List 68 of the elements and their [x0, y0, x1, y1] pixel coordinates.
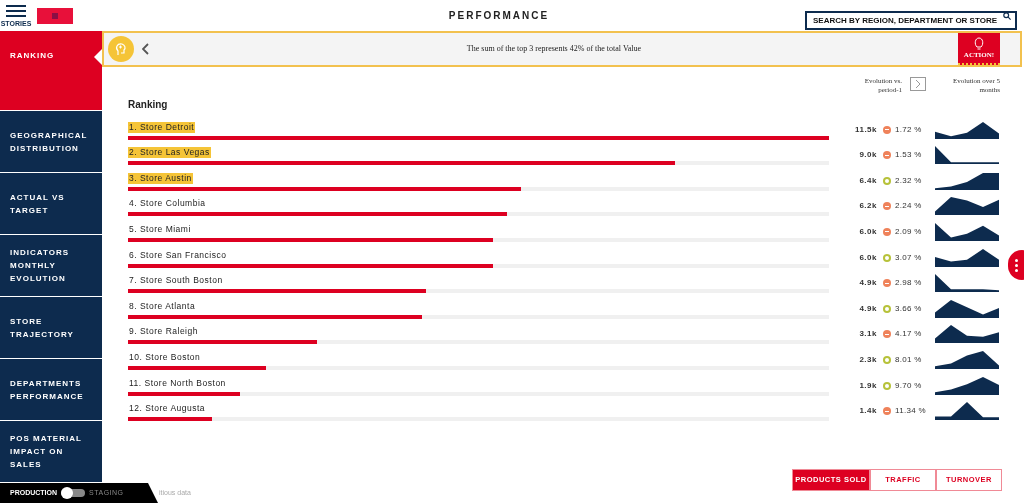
- store-name: 1. Store Detroit: [128, 121, 196, 133]
- store-name: 3. Store Austin: [128, 172, 193, 184]
- search-field[interactable]: SEARCH BY REGION, DEPARTMENT OR STORE: [805, 11, 1017, 30]
- sparkline-drawing: [935, 171, 999, 190]
- store-name: 10. Store Boston: [128, 351, 202, 363]
- environment-toggle[interactable]: [61, 489, 86, 497]
- evolution-text: 1.53 %: [895, 149, 923, 162]
- chevron-left-icon[interactable]: [142, 43, 150, 55]
- value-text: 2.3k: [858, 353, 877, 366]
- sidebar-item[interactable]: ACTUAL VS TARGET: [0, 173, 102, 235]
- value-text: 4.9k: [858, 277, 877, 290]
- value-text: 11.5k: [853, 123, 877, 136]
- sparkline-drawing: [935, 146, 999, 165]
- value-text: 6.0k: [858, 251, 877, 264]
- search-icon[interactable]: [1003, 11, 1011, 20]
- sidebar-item[interactable]: RANKING: [0, 31, 102, 111]
- evolution-text: 3.66 %: [895, 302, 923, 315]
- evolution-text: 4.17 %: [895, 328, 923, 341]
- head-icon: [114, 42, 128, 56]
- evolution-text: 9.70 %: [895, 379, 923, 392]
- store-name: 8. Store Atlanta: [128, 300, 197, 312]
- evolution-text: 2.32 %: [895, 174, 923, 187]
- evolution-text: 11.34 %: [895, 405, 927, 418]
- evolution-text: 8.01 %: [895, 353, 923, 366]
- sparkline-drawing: [935, 299, 999, 318]
- sidebar-item[interactable]: GEOGRAPHICAL DISTRIBUTION: [0, 111, 102, 173]
- sparkline-drawing: [935, 120, 999, 139]
- sparkline-drawing: [935, 376, 999, 395]
- evolution-text: 2.98 %: [895, 277, 923, 290]
- sidebar-item[interactable]: DEPARTMENTS PERFORMANCE: [0, 359, 102, 421]
- store-name: 12. Store Augusta: [128, 403, 207, 415]
- logo: [37, 7, 73, 24]
- store-name: 11. Store North Boston: [128, 377, 227, 389]
- evolution-text: 1.72 %: [895, 123, 923, 136]
- evolution-text: 3.07 %: [895, 251, 923, 264]
- store-name: 2. Store Las Vegas: [128, 147, 211, 159]
- value-text: 9.0k: [858, 149, 877, 162]
- value-text: 6.4k: [858, 174, 877, 187]
- banner-message: The sum of the top 3 represents 42% of the total Value: [465, 43, 643, 55]
- value-text: 6.0k: [858, 225, 877, 238]
- store-name: 5. Store Miami: [128, 223, 192, 235]
- sparkline-drawing: [935, 248, 999, 267]
- sparkline-drawing: [935, 325, 999, 344]
- sparkline-drawing: [935, 350, 999, 369]
- more-icon: [1015, 258, 1018, 272]
- store-name: 4. Store Columbia: [128, 198, 207, 210]
- chevron-right-icon[interactable]: [910, 77, 926, 91]
- value-text: 6.2k: [858, 200, 877, 213]
- lightbulb-icon: [974, 37, 984, 51]
- value-text: 1.9k: [858, 379, 877, 392]
- sparkline-drawing: [935, 274, 999, 293]
- evolution-text: 2.09 %: [895, 225, 923, 238]
- sidebar-item[interactable]: INDICATORS MONTHLY EVOLUTION: [0, 235, 102, 297]
- sparkline-drawing: [935, 197, 999, 216]
- value-text: 4.9k: [858, 302, 877, 315]
- sidebar-item[interactable]: POS MATERIAL IMPACT ON SALES: [0, 421, 102, 483]
- store-name: 9. Store Raleigh: [128, 326, 199, 338]
- sidebar-item[interactable]: STORE TRAJECTORY: [0, 297, 102, 359]
- value-text: 3.1k: [858, 328, 877, 341]
- value-text: 1.4k: [858, 405, 877, 418]
- evolution-text: 2.24 %: [895, 200, 923, 213]
- sparkline-drawing: [935, 402, 999, 421]
- sparkline-drawing: [935, 222, 999, 241]
- store-name: 7. Store South Boston: [128, 275, 224, 287]
- store-name: 6. Store San Francisco: [128, 249, 228, 261]
- ranking-title: Ranking: [128, 98, 169, 112]
- page-title: PERFORMANCE: [448, 9, 550, 23]
- menu-icon[interactable]: [6, 4, 26, 18]
